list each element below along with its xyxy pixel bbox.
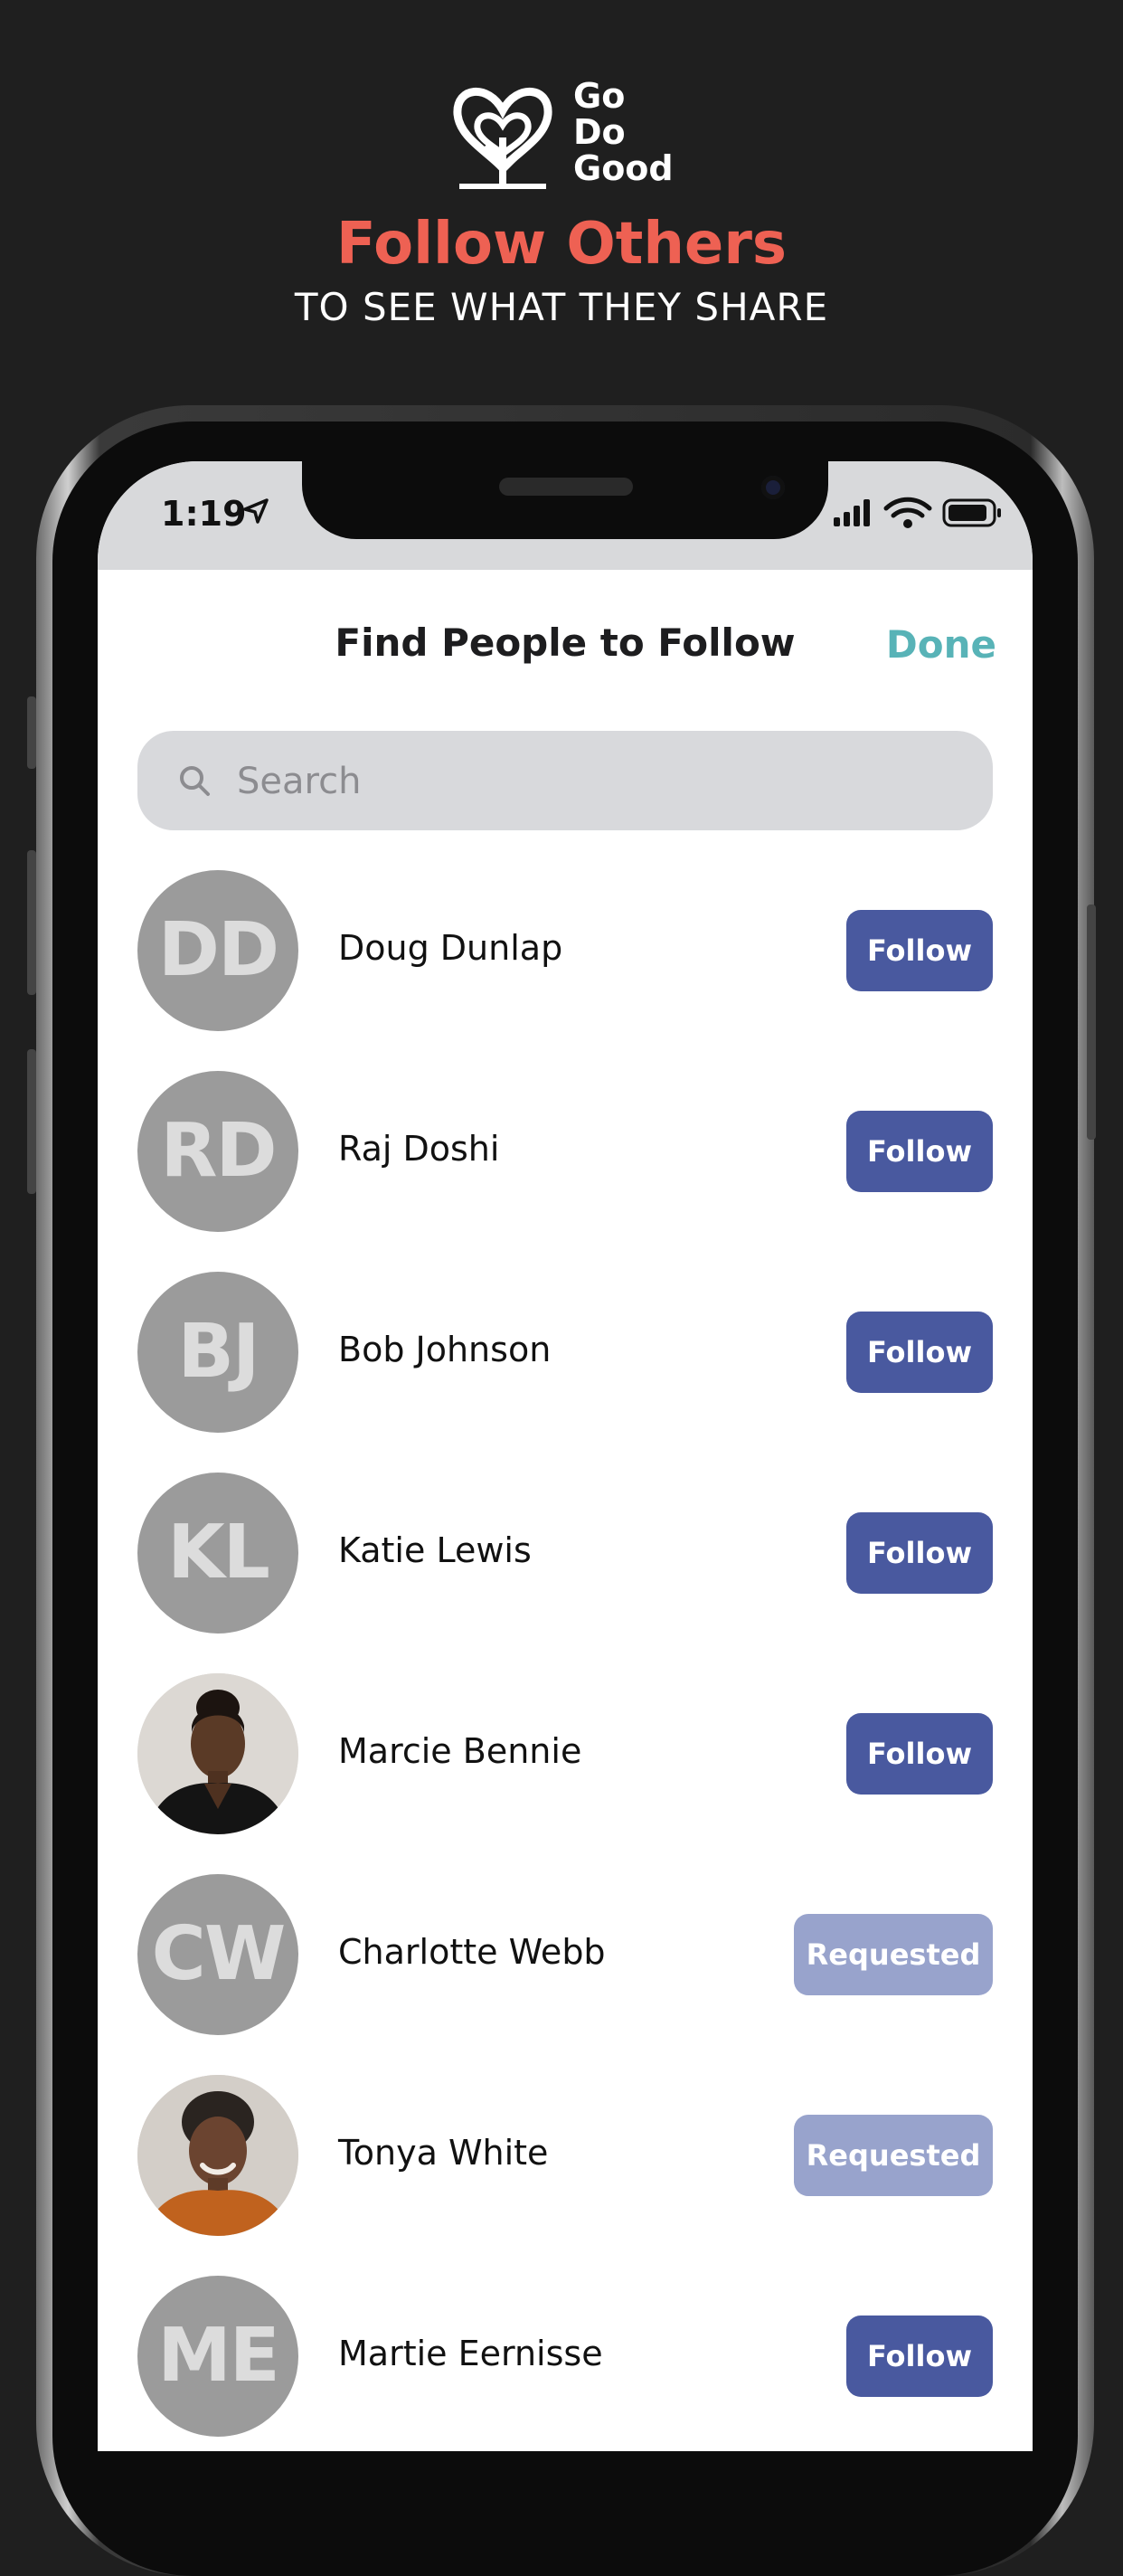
- person-photo-icon: [137, 1673, 298, 1834]
- follow-button[interactable]: Follow: [846, 1111, 993, 1192]
- app-screen: 1:19 Find People to Follow Done Search D…: [98, 461, 1033, 2451]
- person-name: Martie Eernisse: [338, 2334, 603, 2373]
- person-name: Raj Doshi: [338, 1129, 500, 1169]
- follow-button[interactable]: Follow: [846, 1713, 993, 1795]
- list-item: RD Raj Doshi Follow: [98, 1071, 1033, 1272]
- avatar[interactable]: ME: [137, 2276, 298, 2437]
- list-item: DD Doug Dunlap Follow: [98, 870, 1033, 1071]
- avatar-photo[interactable]: [137, 1673, 298, 1834]
- list-item: CW Charlotte Webb Requested: [98, 1874, 1033, 2075]
- avatar[interactable]: RD: [137, 1071, 298, 1232]
- person-name: Katie Lewis: [338, 1530, 532, 1570]
- status-icons: [834, 497, 1001, 528]
- list-item: ME Martie Eernisse Follow: [98, 2276, 1033, 2451]
- speaker-grille: [499, 478, 633, 496]
- list-item: Marcie Bennie Follow: [98, 1673, 1033, 1874]
- done-button[interactable]: Done: [886, 622, 996, 667]
- follow-button[interactable]: Follow: [846, 2316, 993, 2397]
- promo-subhead: TO SEE WHAT THEY SHARE: [294, 285, 829, 329]
- avatar[interactable]: CW: [137, 1874, 298, 2035]
- avatar[interactable]: DD: [137, 870, 298, 1031]
- person-name: Marcie Bennie: [338, 1731, 582, 1771]
- silent-switch: [27, 696, 36, 769]
- person-name: Doug Dunlap: [338, 928, 563, 968]
- front-camera: [761, 476, 785, 499]
- phone-notch: [302, 461, 828, 539]
- logo-wordmark: Go Do Good: [573, 78, 674, 186]
- wifi-icon: [883, 497, 932, 528]
- promo-header: Go Do Good Follow Others TO SEE WHAT THE…: [0, 0, 1123, 389]
- requested-button[interactable]: Requested: [794, 1914, 993, 1995]
- avatar-photo[interactable]: [137, 2075, 298, 2236]
- person-name: Charlotte Webb: [338, 1932, 606, 1972]
- follow-button[interactable]: Follow: [846, 1312, 993, 1393]
- avatar[interactable]: BJ: [137, 1272, 298, 1433]
- status-bar: 1:19: [98, 461, 1033, 570]
- logo-word: Go: [573, 76, 626, 116]
- follow-button[interactable]: Follow: [846, 1512, 993, 1594]
- signal-icon: [834, 499, 870, 526]
- go-do-good-logo: Go Do Good: [452, 74, 687, 201]
- search-icon: [180, 766, 210, 796]
- list-item: BJ Bob Johnson Follow: [98, 1272, 1033, 1473]
- heart-tree-logo-icon: [453, 87, 552, 189]
- person-photo-icon: [137, 2075, 298, 2236]
- battery-icon: [942, 498, 1001, 527]
- list-item: Tonya White Requested: [98, 2075, 1033, 2276]
- list-item: KL Katie Lewis Follow: [98, 1473, 1033, 1673]
- volume-up-button: [27, 850, 36, 995]
- logo-word: Do: [573, 112, 626, 152]
- location-arrow-icon: [243, 498, 269, 524]
- status-time: 1:19: [161, 494, 247, 534]
- power-button: [1087, 904, 1096, 1140]
- volume-down-button: [27, 1049, 36, 1194]
- people-list: DD Doug Dunlap Follow RD Raj Doshi Follo…: [98, 870, 1033, 2451]
- search-input[interactable]: [235, 731, 962, 832]
- avatar[interactable]: KL: [137, 1473, 298, 1634]
- search-bar: [137, 731, 993, 832]
- promo-headline: Follow Others: [336, 211, 787, 278]
- follow-button[interactable]: Follow: [846, 910, 993, 991]
- person-name: Tonya White: [338, 2133, 549, 2173]
- person-name: Bob Johnson: [338, 1330, 552, 1369]
- logo-word: Good: [573, 148, 674, 188]
- requested-button[interactable]: Requested: [794, 2115, 993, 2196]
